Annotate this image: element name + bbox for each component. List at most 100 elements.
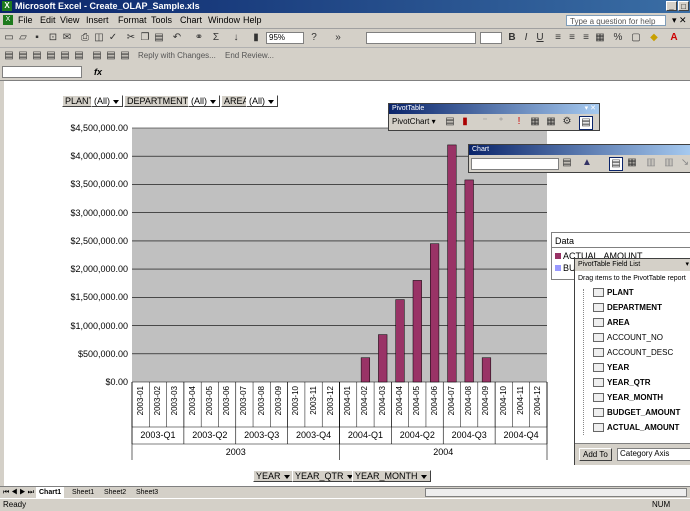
bar-2004-05[interactable] <box>412 280 422 383</box>
x-tick-label: 2004-09 <box>481 386 491 416</box>
format-chart-icon[interactable]: ▤ <box>561 157 573 169</box>
y-tick-label: $4,500,000.00 <box>70 123 128 133</box>
x-tick-label: 2004-02 <box>360 386 370 416</box>
field-item-area[interactable]: AREA <box>593 318 630 328</box>
field-item-account-no[interactable]: ACCOUNT_NO <box>593 333 663 343</box>
x-tick-label: 2004-03 <box>377 386 387 416</box>
x-tick-label: 2003-10 <box>291 386 301 416</box>
bar-2004-04[interactable] <box>395 299 405 383</box>
chart-objects-select[interactable] <box>471 158 559 170</box>
field-list-toggle-icon[interactable]: ▤ <box>579 116 593 130</box>
pivottable-toolbar: PivotTable ▾ ✕ PivotChart ▾ ▤ ▮ ⁻ ⁺ ! ▦ ▦… <box>388 103 600 131</box>
quarter-label: 2004-Q1 <box>347 430 383 440</box>
quarter-label: 2003-Q3 <box>244 430 280 440</box>
by-column-icon[interactable]: ▥ <box>663 157 675 169</box>
format-report-icon[interactable]: ▤ <box>444 116 456 128</box>
quarter-label: 2003-Q1 <box>140 430 176 440</box>
x-tick-label: 2004-05 <box>412 386 422 416</box>
field-icon <box>593 288 604 298</box>
hide-detail-icon[interactable]: ⁻ <box>479 116 491 128</box>
horizontal-scrollbar[interactable] <box>425 488 687 497</box>
close-icon[interactable]: ▾ ✕ <box>585 104 596 114</box>
tab-sheet2[interactable]: Sheet2 <box>104 487 126 498</box>
add-to-area-select[interactable]: Category Axis <box>617 448 690 461</box>
by-row-icon[interactable]: ▥ <box>645 157 657 169</box>
legend-icon[interactable]: ▤ <box>609 157 623 171</box>
x-tick-label: 2004-04 <box>395 386 405 416</box>
add-to-bar: Add To Category Axis <box>575 443 690 465</box>
field-icon <box>593 363 604 373</box>
tab-sheet3[interactable]: Sheet3 <box>136 487 158 498</box>
x-tick-label: 2003-09 <box>273 386 283 416</box>
x-tick-label: 2004-06 <box>429 386 439 416</box>
field-item-department[interactable]: DEPARTMENT <box>593 303 662 313</box>
x-tick-label: 2003-03 <box>170 386 180 416</box>
category-field-year[interactable]: YEAR <box>253 470 294 482</box>
bar-2004-07[interactable] <box>447 144 457 383</box>
include-hidden-icon[interactable]: ▦ <box>529 116 541 128</box>
field-item-year-qtr[interactable]: YEAR_QTR <box>593 378 651 388</box>
field-item-actual-amount[interactable]: ACTUAL_AMOUNT <box>593 423 679 433</box>
pivotchart-menu[interactable]: PivotChart ▾ <box>392 117 436 126</box>
x-tick-label: 2003-08 <box>256 386 266 416</box>
bar-2004-02[interactable] <box>360 357 371 383</box>
chart-wizard-icon[interactable]: ▮ <box>459 116 471 128</box>
x-tick-label: 2003-12 <box>325 386 335 416</box>
legend-item-budget[interactable]: BUDGET_AMOUNT <box>555 263 575 273</box>
angle-text-icon[interactable]: ↘ <box>679 157 690 169</box>
add-to-button[interactable]: Add To <box>579 448 612 461</box>
y-tick-label: $3,000,000.00 <box>70 207 128 218</box>
field-settings-icon[interactable]: ⚙ <box>561 116 573 128</box>
field-item-budget-amount[interactable]: BUDGET_AMOUNT <box>593 408 680 418</box>
chart-toolbar: Chart ▤ ▲ ▤ ▦ ▥ ▥ ↘ <box>468 144 690 173</box>
x-tick-label: 2003-02 <box>152 386 162 416</box>
pivottable-toolbar-title[interactable]: PivotTable ▾ ✕ <box>389 104 599 114</box>
chart-type-icon[interactable]: ▲ <box>581 157 593 169</box>
field-item-plant[interactable]: PLANT <box>593 288 634 298</box>
field-icon <box>593 378 604 388</box>
y-tick-label: $2,000,000.00 <box>70 264 128 275</box>
refresh-data-icon[interactable]: ! <box>513 116 525 128</box>
show-detail-icon[interactable]: ⁺ <box>495 116 507 128</box>
y-tick-label: $1,000,000.00 <box>70 320 128 331</box>
quarter-label: 2003-Q4 <box>296 430 332 440</box>
x-tick-label: 2004-08 <box>464 386 474 416</box>
bar-2004-08[interactable] <box>464 179 474 383</box>
x-tick-label: 2004-10 <box>498 386 508 416</box>
chevron-down-icon[interactable] <box>283 473 291 481</box>
field-item-account-desc[interactable]: ACCOUNT_DESC <box>593 348 673 358</box>
x-tick-label: 2004-11 <box>516 386 526 415</box>
legend-title: Data <box>555 236 575 246</box>
y-tick-label: $3,500,000.00 <box>70 179 128 190</box>
sheet-tabs-bar: ⏮ ◀ ▶ ⏭ Chart1 Sheet1 Sheet2 Sheet3 <box>0 486 690 498</box>
y-tick-label: $4,000,000.00 <box>70 151 128 162</box>
chart-toolbar-title[interactable]: Chart <box>469 145 690 155</box>
bar-2004-09[interactable] <box>481 357 492 383</box>
bar-2004-03[interactable] <box>378 334 388 383</box>
tree-line <box>583 289 590 435</box>
tab-chart1[interactable]: Chart1 <box>36 487 65 498</box>
legend-swatch <box>555 253 561 259</box>
year-label: 2004 <box>433 447 454 457</box>
bar-2004-06[interactable] <box>430 243 440 383</box>
field-item-year[interactable]: YEAR <box>593 363 629 373</box>
chevron-down-icon[interactable] <box>420 473 428 481</box>
category-field-year-month[interactable]: YEAR_MONTH <box>352 470 431 482</box>
y-tick-label: $1,500,000.00 <box>70 292 128 303</box>
status-bar: Ready NUM <box>0 498 690 511</box>
quarter-label: 2004-Q2 <box>399 430 435 440</box>
pivottable-field-list: PivotTable Field List ▾ Drag items to the… <box>574 258 690 465</box>
data-table-icon[interactable]: ▦ <box>626 157 638 169</box>
field-list-title[interactable]: PivotTable Field List ▾ <box>575 259 690 271</box>
x-tick-label: 2003-05 <box>204 386 214 416</box>
category-field-year-qtr[interactable]: YEAR_QTR <box>292 470 357 482</box>
x-tick-label: 2004-01 <box>343 386 353 416</box>
x-tick-label: 2003-07 <box>239 386 249 416</box>
tab-scroll-icons[interactable]: ⏮ ◀ ▶ ⏭ <box>3 487 34 498</box>
always-display-icon[interactable]: ▦ <box>545 116 557 128</box>
field-icon <box>593 318 604 328</box>
tab-sheet1[interactable]: Sheet1 <box>72 487 94 498</box>
field-item-year-month[interactable]: YEAR_MONTH <box>593 393 663 403</box>
y-tick-label: $2,500,000.00 <box>70 235 128 246</box>
quarter-label: 2004-Q4 <box>503 430 539 440</box>
